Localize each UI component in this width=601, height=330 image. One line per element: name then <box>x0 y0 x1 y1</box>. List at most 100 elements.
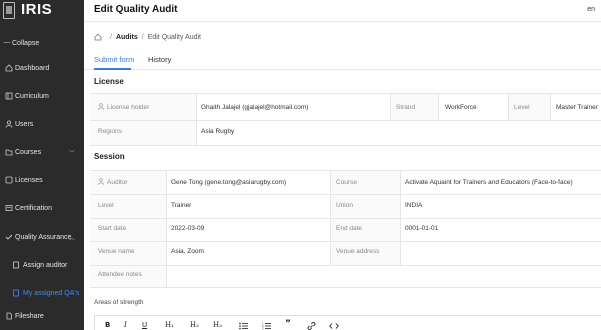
regions-label: Regions <box>98 128 122 135</box>
sidebar-item-label: Licenses <box>15 176 43 184</box>
license-icon <box>5 176 13 184</box>
sidebar-item-label: Courses <box>15 148 42 156</box>
sidebar-item-dashboard[interactable]: Dashboard <box>0 57 84 79</box>
code-icon[interactable] <box>329 322 339 330</box>
tab-bar: Submit form History <box>84 50 601 70</box>
auditor-label: Auditor <box>98 178 128 187</box>
venue-name-label: Venue name <box>98 248 135 255</box>
license-level-label: Level <box>514 104 530 111</box>
course-label: Course <box>336 179 357 186</box>
start-date-label: Start date <box>98 225 127 232</box>
bold-button[interactable]: B <box>105 321 110 329</box>
sidebar-item-assign-auditor[interactable]: Assign auditor <box>0 254 84 276</box>
divider <box>166 171 167 287</box>
sidebar-item-label: Quality Assurance <box>15 233 72 241</box>
license-holder-label-text: License holder <box>107 104 150 111</box>
sidebar-item-certification[interactable]: Certification <box>0 197 84 219</box>
session-level-label: Level <box>98 202 114 209</box>
strand-label: Strand <box>396 104 416 111</box>
sidebar-item-label: Fileshare <box>15 312 44 320</box>
user-icon <box>5 120 13 128</box>
sidebar-item-licenses[interactable]: Licenses <box>0 169 84 191</box>
tab-submit-form[interactable]: Submit form <box>94 55 134 64</box>
sidebar-item-label: Curriculum <box>15 92 49 100</box>
sidebar-item-label: Assign auditor <box>23 261 68 269</box>
sidebar-item-curriculum[interactable]: Curriculum <box>0 85 84 107</box>
venue-address-label: Venue address <box>336 248 380 255</box>
divider <box>438 94 439 120</box>
book-icon <box>5 92 13 100</box>
folder-icon <box>5 148 13 156</box>
user-icon <box>98 178 104 185</box>
brand[interactable]: IRIS <box>0 0 84 26</box>
sidebar-item-my-assigned-qas[interactable]: My assigned QA's <box>0 282 84 304</box>
attendee-notes-label: Attendee notes <box>98 271 142 278</box>
user-icon <box>98 103 104 110</box>
divider <box>550 94 551 120</box>
brand-name: IRIS <box>21 1 53 18</box>
breadcrumb-separator: / <box>110 33 112 41</box>
active-tab-indicator <box>94 68 131 70</box>
sidebar-collapse-button[interactable]: — Collapse <box>0 32 84 54</box>
file-icon <box>5 312 13 320</box>
session-level-value: Trainer <box>171 202 192 209</box>
heading-1-button[interactable]: H₁ <box>165 321 174 329</box>
certificate-icon <box>5 204 13 212</box>
breadcrumb-current: Edit Quality Audit <box>147 33 201 41</box>
divider <box>400 171 401 265</box>
license-holder-value: Ghaith Jalajel (gjalajel@hotmail.com) <box>201 104 309 111</box>
license-holder-label: License holder <box>98 103 149 112</box>
underline-button[interactable]: U <box>142 321 147 329</box>
divider <box>390 94 391 120</box>
italic-button[interactable]: I <box>124 321 127 329</box>
sidebar: IRIS — Collapse Dashboard Curriculum Use… <box>0 0 84 330</box>
breadcrumb-separator: / <box>141 33 144 41</box>
home-icon <box>5 64 13 72</box>
quote-button[interactable]: ” <box>285 319 291 329</box>
sidebar-item-fileshare[interactable]: Fileshare <box>0 305 84 327</box>
end-date-value: 0001-01-01 <box>405 225 439 232</box>
numbered-list-icon[interactable]: 123 <box>262 322 271 330</box>
sidebar-item-quality-assurance[interactable]: Quality Assurance ︿ <box>0 226 84 248</box>
venue-name-value: Asia, Zoom <box>171 248 204 255</box>
chevron-up-icon: ︿ <box>69 235 76 242</box>
assign-icon <box>12 261 20 269</box>
top-header: Edit Quality Audit en <box>84 0 601 22</box>
sidebar-item-label: Certification <box>15 204 52 212</box>
sidebar-item-users[interactable]: Users <box>0 113 84 135</box>
heading-2-button[interactable]: H₂ <box>190 321 199 329</box>
auditor-value: Gene Tong (gene.tong@asiarugby.com) <box>171 179 287 186</box>
sidebar-item-label: Dashboard <box>15 64 50 72</box>
collapse-icon: — <box>3 39 11 46</box>
divider <box>90 145 601 146</box>
sidebar-item-courses[interactable]: Courses ﹀ <box>0 141 84 163</box>
sidebar-item-label: My assigned QA's <box>23 289 80 297</box>
union-value: INDIA <box>405 202 423 209</box>
rich-text-toolbar: B I U H₁ H₂ H₃ 123 ” <box>94 315 601 330</box>
link-icon[interactable] <box>307 322 316 330</box>
regions-value: Asia Rugby <box>201 128 235 135</box>
home-icon[interactable] <box>94 33 102 41</box>
breadcrumb: / Audits / Edit Quality Audit <box>94 33 201 41</box>
divider <box>196 94 197 145</box>
tab-history[interactable]: History <box>148 55 171 64</box>
breadcrumb-audits-link[interactable]: Audits <box>116 34 138 41</box>
bullet-list-icon[interactable] <box>239 322 248 330</box>
union-label: Union <box>336 202 353 209</box>
page-title: Edit Quality Audit <box>94 4 178 15</box>
sidebar-collapse-label: Collapse <box>12 39 40 47</box>
divider <box>330 171 331 265</box>
auditor-label-text: Auditor <box>107 179 128 186</box>
divider <box>90 287 601 288</box>
checklist-icon <box>5 233 13 241</box>
start-date-value: 2022-03-09 <box>171 225 205 232</box>
course-value: Activate Aquaint for Trainers and Educat… <box>405 179 573 186</box>
strand-value: WorkForce <box>445 104 477 111</box>
app-root: IRIS — Collapse Dashboard Curriculum Use… <box>0 0 601 330</box>
session-section-title: Session <box>94 152 125 161</box>
language-selector[interactable]: en <box>587 6 595 13</box>
divider <box>90 120 601 121</box>
license-section-title: License <box>94 77 124 86</box>
heading-3-button[interactable]: H₃ <box>213 321 222 329</box>
end-date-label: End date <box>336 225 363 232</box>
